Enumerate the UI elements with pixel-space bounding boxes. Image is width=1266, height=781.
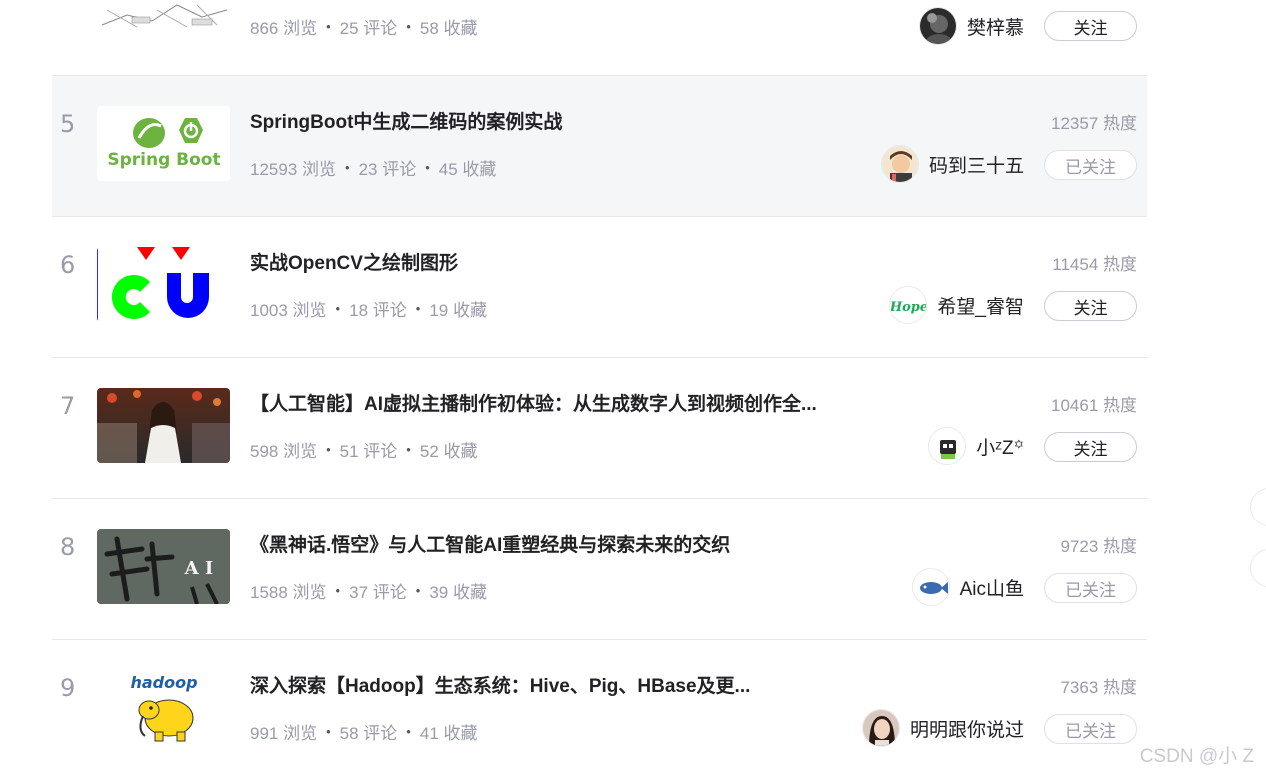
author-name[interactable]: 明明跟你说过 [910,715,1024,742]
comment-count: 37 评论 [349,583,407,602]
separator-dot: • [406,442,411,457]
author-avatar[interactable] [911,568,950,606]
article-thumbnail[interactable]: hadoop [97,670,230,745]
separator-dot: • [326,442,331,457]
favorite-count: 58 收藏 [419,19,478,38]
thumbnail-caption: A I [184,558,214,579]
watermark: CSDN @小 Z [1139,746,1254,767]
hot-article-list: 866 浏览 • 25 评论 • 58 收藏 樊梓慕 关注 5 Spring B [52,0,1147,781]
article-stats: 1003 浏览 • 18 评论 • 19 收藏 [250,296,487,321]
author-info[interactable]: Aic山鱼 [911,567,1024,607]
article-row-8[interactable]: 8 A I 《黑神话.悟空》与人工智能AI重塑经典与探索未来的交织 1588 浏… [52,499,1147,640]
avatar-text: Hope [890,300,927,315]
author-info[interactable]: 樊梓慕 [918,6,1024,46]
view-count: 1588 浏览 [250,583,327,602]
follow-button[interactable]: 关注 [1044,11,1137,41]
view-count: 1003 浏览 [250,301,327,320]
favorite-count: 45 收藏 [438,160,497,179]
follow-button[interactable]: 关注 [1044,291,1137,321]
article-title[interactable]: 深入探索【Hadoop】生态系统：Hive、Pig、HBase及更... [250,671,890,698]
favorite-count: 19 收藏 [429,301,487,320]
article-row-6[interactable]: 6 实战OpenCV之绘制图形 1003 浏览 • 18 评论 • 19 收藏 … [52,217,1147,358]
separator-dot: • [406,724,411,739]
author-avatar[interactable] [861,709,900,747]
article-stats: 598 浏览 • 51 评论 • 52 收藏 [250,437,478,462]
author-name[interactable]: 樊梓慕 [967,13,1024,40]
author-info[interactable]: 小ᶻZ꙳ [928,426,1024,466]
article-stats: 991 浏览 • 58 评论 • 41 收藏 [250,719,478,744]
separator-dot: • [415,583,421,598]
comment-count: 18 评论 [349,301,407,320]
separator-dot: • [415,301,421,316]
comment-count: 25 评论 [339,19,398,38]
heat-score: 11454 热度 [1052,255,1137,274]
rank-number: 7 [60,392,76,420]
follow-button[interactable]: 已关注 [1044,573,1137,603]
follow-button[interactable]: 关注 [1044,432,1137,462]
author-info[interactable]: Hope 希望_睿智 [889,285,1024,325]
follow-button[interactable]: 已关注 [1044,714,1137,744]
heat-score: 12357 热度 [1051,114,1137,133]
favorite-count: 39 收藏 [429,583,487,602]
comment-count: 51 评论 [339,442,398,461]
view-count: 991 浏览 [250,724,318,743]
heat-score: 7363 热度 [1060,678,1137,697]
article-row-5[interactable]: 5 Spring Boot SpringBoot中生成二维码的案例实战 1259… [52,76,1147,217]
article-title[interactable]: 《黑神话.悟空》与人工智能AI重塑经典与探索未来的交织 [250,530,890,557]
article-thumbnail[interactable]: Spring Boot [97,106,230,181]
separator-dot: • [326,19,331,34]
article-thumbnail[interactable] [97,0,230,30]
comment-count: 23 评论 [358,160,417,179]
rank-number: 9 [60,674,76,702]
favorite-count: 41 收藏 [419,724,478,743]
article-thumbnail[interactable] [97,388,230,463]
author-avatar[interactable] [918,7,957,45]
article-row-4[interactable]: 866 浏览 • 25 评论 • 58 收藏 樊梓慕 关注 [52,0,1147,76]
view-count: 598 浏览 [250,442,318,461]
thumbnail-caption: hadoop [130,673,197,692]
heat-score: 10461 热度 [1051,396,1137,415]
author-avatar[interactable] [880,145,919,183]
rank-number: 5 [60,110,76,138]
article-stats: 12593 浏览 • 23 评论 • 45 收藏 [250,155,496,180]
author-info[interactable]: 明明跟你说过 [861,708,1024,748]
article-title[interactable]: 【人工智能】AI虚拟主播制作初体验：从生成数字人到视频创作全... [250,389,890,416]
separator-dot: • [406,19,411,34]
article-title[interactable]: 实战OpenCV之绘制图形 [250,248,890,275]
heat-score: 9723 热度 [1060,537,1137,556]
author-name[interactable]: 小ᶻZ꙳ [976,433,1024,460]
view-count: 866 浏览 [250,19,318,38]
separator-dot: • [425,160,430,175]
separator-dot: • [345,160,350,175]
article-stats: 1588 浏览 • 37 评论 • 39 收藏 [250,578,487,603]
article-title[interactable]: SpringBoot中生成二维码的案例实战 [250,107,890,134]
article-row-7[interactable]: 7 【人工智能】AI虚拟主播制作初体验：从生成数字人到视频创作全... 598 … [52,358,1147,499]
separator-dot: • [335,301,341,316]
separator-dot: • [326,724,331,739]
article-thumbnail[interactable]: A I [97,529,230,604]
author-name[interactable]: 码到三十五 [929,151,1024,178]
author-avatar[interactable]: Hope [889,286,928,324]
follow-button[interactable]: 已关注 [1044,150,1137,180]
comment-count: 58 评论 [339,724,398,743]
article-stats: 866 浏览 • 25 评论 • 58 收藏 [250,14,478,39]
rank-number: 8 [60,533,76,561]
author-info[interactable]: 码到三十五 [880,144,1024,184]
view-count: 12593 浏览 [250,160,336,179]
article-row-9[interactable]: 9 hadoop 深入探索【Hadoop】生态系统：Hive、Pig、HBase… [52,640,1147,781]
article-thumbnail[interactable] [97,247,230,322]
author-avatar[interactable] [928,427,967,465]
rank-number: 6 [60,251,76,279]
separator-dot: • [335,583,341,598]
side-toolbar-button[interactable] [1250,488,1266,526]
thumbnail-caption: Spring Boot [107,150,220,170]
author-name[interactable]: Aic山鱼 [960,574,1024,601]
author-name[interactable]: 希望_睿智 [937,292,1024,319]
side-toolbar-button[interactable] [1250,549,1266,587]
favorite-count: 52 收藏 [419,442,478,461]
